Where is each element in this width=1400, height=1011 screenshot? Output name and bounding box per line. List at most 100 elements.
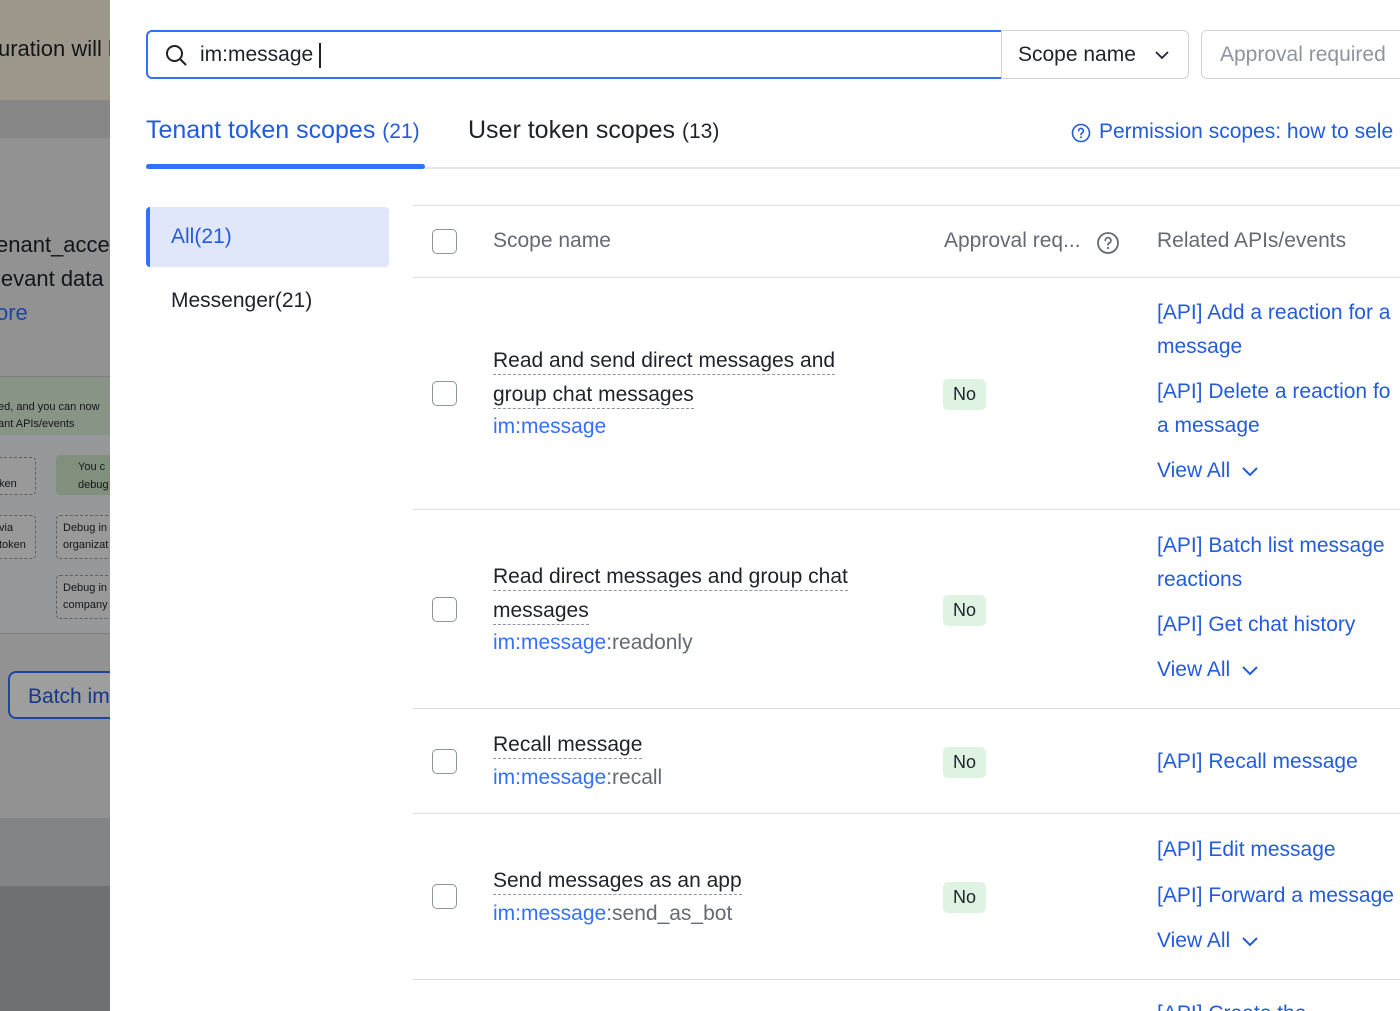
related-api-link[interactable]: [API] Add a reaction for a (1157, 296, 1390, 330)
background-paragraph-line1: enant_acce (0, 232, 110, 257)
approval-filter-placeholder: Approval required (1220, 43, 1386, 66)
search-box[interactable] (146, 30, 1003, 79)
background-diagram-box: ken (0, 457, 36, 495)
scope-key-match: im:message (493, 631, 607, 654)
help-link-text: Permission scopes: how to sele (1099, 120, 1394, 143)
background-note-line1: ed, and you can now (0, 401, 100, 413)
scope-title[interactable]: Recall message (493, 728, 643, 762)
scope-title-line: Read and send direct messages and (493, 349, 836, 375)
background-bottom (0, 886, 110, 1011)
background-flow-diagram: ed, and you can now ant APIs/events ken … (0, 376, 110, 634)
related-api-link[interactable]: a message (1157, 409, 1260, 443)
view-all-label: View All (1157, 459, 1231, 482)
background-footer (0, 818, 110, 886)
related-api-link[interactable]: [API] Recall message (1157, 745, 1358, 779)
background-page-overlay: uration will b enant_acce levant data or… (0, 0, 110, 1011)
column-header-scope-name: Scope name (493, 229, 611, 252)
tab-user-label: User token scopes (468, 116, 676, 144)
row-divider (413, 979, 1400, 980)
scope-key-rest: :readonly (606, 631, 693, 654)
background-diagram-box: via token (0, 515, 36, 559)
approval-status-badge: No (943, 595, 986, 626)
row-divider (413, 813, 1400, 814)
row-divider (413, 708, 1400, 709)
background-box-text: ken (0, 478, 17, 490)
scope-key-match: im:message (493, 415, 607, 438)
view-all-link[interactable]: View All (1157, 929, 1258, 953)
active-tab-indicator (146, 164, 425, 169)
scope-title-line: Recall message (493, 733, 643, 759)
help-circle-icon (1071, 123, 1091, 143)
scope-key-match: im:message (493, 902, 607, 925)
column-header-approval-label: Approval req... (944, 229, 1081, 252)
scope-key: im:message:readonly (493, 631, 693, 655)
related-api-link[interactable]: [API] Edit message (1157, 833, 1336, 867)
search-icon (166, 45, 187, 66)
background-diagram-note: ed, and you can now ant APIs/events (0, 377, 110, 435)
row-divider (413, 509, 1400, 510)
chevron-down-icon (1242, 937, 1258, 947)
scope-title[interactable]: Send messages as an app (493, 864, 742, 898)
background-paragraph-line2: levant data (0, 266, 104, 291)
row-checkbox[interactable] (432, 381, 457, 406)
background-box-text: organizat (63, 539, 109, 551)
background-band (0, 100, 110, 138)
chevron-down-icon (1242, 666, 1258, 676)
background-green-text1: You c (78, 461, 106, 473)
related-api-link[interactable]: message (1157, 330, 1242, 364)
column-header-approval: Approval req... (944, 229, 1124, 259)
row-checkbox[interactable] (432, 749, 457, 774)
background-box-text: via (0, 522, 14, 534)
scope-key-rest: :recall (606, 766, 663, 789)
related-api-link[interactable]: [API] Get chat history (1157, 608, 1355, 642)
related-api-link[interactable]: [API] Create the ... (1157, 997, 1330, 1011)
search-input[interactable] (200, 40, 980, 70)
scope-filter-label: Scope name (1018, 43, 1136, 66)
view-all-label: View All (1157, 658, 1231, 681)
background-box-text: Debug in (63, 522, 108, 534)
scope-key-rest: :send_as_bot (606, 902, 733, 925)
category-messenger[interactable]: Messenger(21) (146, 271, 389, 331)
tab-tenant-token-scopes[interactable]: Tenant token scopes (21) (146, 116, 420, 145)
related-api-link[interactable]: reactions (1157, 563, 1242, 597)
chevron-down-icon (1242, 467, 1258, 477)
scope-key: im:message (493, 415, 606, 439)
chevron-down-icon (1155, 51, 1169, 60)
help-circle-icon[interactable] (1096, 231, 1120, 255)
background-batch-button-label: Batch im (28, 685, 110, 708)
view-all-link[interactable]: View All (1157, 459, 1258, 483)
background-diagram-box: Debug in organizat (56, 515, 110, 559)
scope-key: im:message:send_as_bot (493, 902, 732, 926)
table-header-divider (413, 277, 1400, 278)
tab-tenant-label: Tenant token scopes (146, 116, 376, 144)
background-box-text: Debug in (63, 582, 108, 594)
background-box-text: company (63, 599, 108, 611)
approval-required-filter-dropdown[interactable]: Approval required (1201, 30, 1400, 79)
background-banner-text: uration will b (0, 36, 110, 61)
scope-name-filter-dropdown[interactable]: Scope name (1001, 30, 1189, 79)
table-top-border (413, 205, 1400, 206)
approval-status-badge: No (943, 379, 986, 410)
related-api-link[interactable]: [API] Batch list message (1157, 529, 1385, 563)
column-header-related-apis: Related APIs/events (1157, 229, 1347, 252)
tab-user-token-scopes[interactable]: User token scopes (13) (468, 116, 719, 145)
related-api-link[interactable]: [API] Delete a reaction fo (1157, 375, 1390, 409)
view-all-link[interactable]: View All (1157, 658, 1258, 682)
row-checkbox[interactable] (432, 884, 457, 909)
background-diagram-green-box: You c debug (56, 455, 110, 495)
related-api-link[interactable]: [API] Forward a message (1157, 879, 1394, 913)
scope-title-line: Read direct messages and group chat (493, 565, 848, 591)
background-batch-import-button: Batch im (8, 671, 110, 719)
scope-key: im:message:recall (493, 766, 662, 790)
background-box-text: token (0, 539, 26, 551)
background-diagram-box: Debug in company (56, 575, 110, 619)
view-all-label: View All (1157, 929, 1231, 952)
row-checkbox[interactable] (432, 597, 457, 622)
select-all-checkbox[interactable] (432, 229, 457, 254)
background-note-line2: ant APIs/events (0, 418, 75, 430)
approval-status-badge: No (943, 747, 986, 778)
scope-key-match: im:message (493, 766, 607, 789)
scope-title[interactable]: Read and send direct messages and group … (493, 344, 836, 412)
scope-title[interactable]: Read direct messages and group chat mess… (493, 560, 848, 628)
category-all[interactable]: All(21) (146, 207, 389, 267)
